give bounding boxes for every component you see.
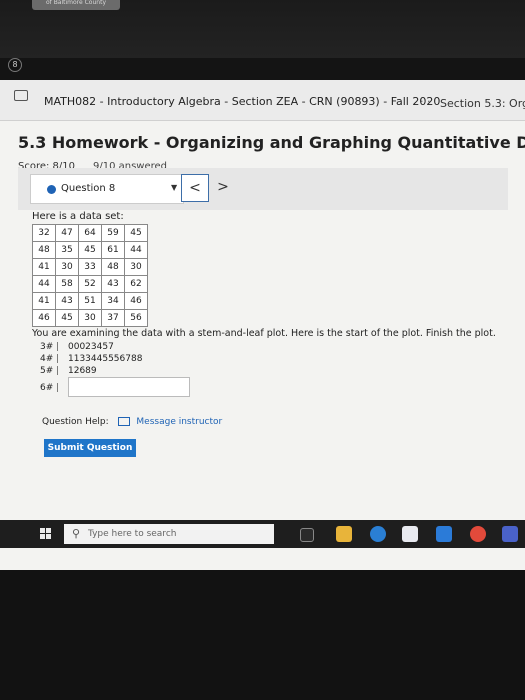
task-view-icon[interactable] [300, 528, 314, 542]
data-cell: 45 [56, 310, 78, 326]
stem-row: 4# | 1133445556788 [40, 353, 512, 365]
data-row: 41 30 33 48 30 [33, 259, 147, 275]
question-nav-bar: Question 8 ▼ < > [18, 168, 508, 210]
store-icon[interactable] [402, 526, 418, 542]
tab-overflow[interactable]: ... [420, 92, 431, 105]
data-set-table: 32 47 64 59 45 48 35 45 61 44 41 30 33 48 30 44 58 52 43 62… [32, 224, 148, 327]
data-cell: 41 [33, 293, 55, 309]
data-row: 41 43 51 34 46 [33, 293, 147, 309]
envelope-icon [117, 417, 130, 426]
data-cell: 56 [125, 310, 147, 326]
tab-section[interactable]: Section 5.3: Organ [440, 97, 525, 110]
data-cell: 58 [56, 276, 78, 292]
course-title: MATH082 - Introductory Algebra - Section… [44, 95, 441, 108]
windows-taskbar: ⚲ Type here to search [0, 520, 525, 548]
edge-icon[interactable] [370, 526, 386, 542]
data-cell: 46 [125, 293, 147, 309]
data-cell: 30 [125, 259, 147, 275]
data-cell: 41 [33, 259, 55, 275]
data-cell: 35 [56, 242, 78, 258]
data-cell: 43 [102, 276, 124, 292]
corner-mark: 8 [8, 58, 22, 72]
data-cell: 44 [33, 276, 55, 292]
submit-question-button[interactable]: Submit Question [44, 439, 136, 457]
stem-leaves: 00023457 [68, 342, 114, 352]
stem-label: 4# [40, 354, 54, 364]
question-prompt: You are examining the data with a stem-a… [32, 328, 496, 339]
taskbar-search-input[interactable]: ⚲ Type here to search [64, 524, 274, 544]
desk-surface [0, 570, 525, 700]
stem-leaves: 1133445556788 [68, 354, 143, 364]
data-cell: 48 [102, 259, 124, 275]
tab-page-icon [14, 90, 28, 101]
data-cell: 34 [102, 293, 124, 309]
data-cell: 62 [125, 276, 147, 292]
question-status-icon [47, 185, 56, 194]
data-cell: 33 [79, 259, 101, 275]
data-cell: 51 [79, 293, 101, 309]
question-help: Question Help: Message instructor [42, 417, 222, 427]
data-cell: 64 [79, 225, 101, 241]
leaves-answer-input[interactable] [68, 377, 190, 397]
prev-question-button[interactable]: < [181, 174, 209, 202]
data-cell: 46 [33, 310, 55, 326]
stem-leaf-plot: 3# | 00023457 4# | 1133445556788 5# | 12689 6# | [32, 341, 512, 397]
data-cell: 45 [125, 225, 147, 241]
tab-bar: MATH082 - Introductory Algebra - Section… [0, 80, 525, 121]
data-cell: 43 [56, 293, 78, 309]
stem-separator: | [56, 382, 60, 393]
data-cell: 48 [33, 242, 55, 258]
chevron-down-icon: ▼ [171, 183, 178, 192]
stem-label: 5# [40, 366, 54, 376]
stem-label: 6# [40, 382, 54, 393]
data-cell: 37 [102, 310, 124, 326]
next-question-button[interactable]: > [213, 174, 233, 200]
data-row: 32 47 64 59 45 [33, 225, 147, 241]
monitor-bezel: of Baltimore County [0, 0, 525, 58]
teams-icon[interactable] [502, 526, 518, 542]
logo: of Baltimore County [32, 0, 120, 10]
question-content: Here is a data set: 32 47 64 59 45 48 35 45 61 44… [32, 211, 512, 397]
data-row: 46 45 30 37 56 [33, 310, 147, 326]
data-cell: 45 [79, 242, 101, 258]
stem-separator: | [56, 342, 60, 352]
data-cell: 52 [79, 276, 101, 292]
data-row: 48 35 45 61 44 [33, 242, 147, 258]
data-cell: 61 [102, 242, 124, 258]
stem-label: 3# [40, 342, 54, 352]
help-label: Question Help: [42, 417, 109, 427]
message-instructor-link[interactable]: Message instructor [136, 417, 222, 427]
windows-start-icon[interactable] [40, 528, 52, 540]
stem-separator: | [56, 354, 60, 364]
data-row: 44 58 52 43 62 [33, 276, 147, 292]
mail-icon[interactable] [436, 526, 452, 542]
chrome-icon[interactable] [470, 526, 486, 542]
stem-leaves: 12689 [68, 366, 97, 376]
data-cell: 32 [33, 225, 55, 241]
stem-row: 3# | 00023457 [40, 341, 512, 353]
stem-row: 6# | [40, 377, 512, 397]
question-select-label: Question 8 [61, 183, 116, 194]
file-explorer-icon[interactable] [336, 526, 352, 542]
data-cell: 59 [102, 225, 124, 241]
stem-row: 5# | 12689 [40, 365, 512, 377]
data-cell: 30 [56, 259, 78, 275]
data-cell: 30 [79, 310, 101, 326]
page-title: 5.3 Homework - Organizing and Graphing Q… [18, 133, 525, 152]
stem-separator: | [56, 366, 60, 376]
data-cell: 47 [56, 225, 78, 241]
question-select[interactable]: Question 8 ▼ [30, 174, 184, 204]
search-icon: ⚲ [72, 527, 81, 540]
browser-screen: MATH082 - Introductory Algebra - Section… [0, 80, 525, 570]
taskbar-search-placeholder: Type here to search [88, 529, 177, 539]
question-intro: Here is a data set: [32, 211, 124, 222]
data-cell: 44 [125, 242, 147, 258]
